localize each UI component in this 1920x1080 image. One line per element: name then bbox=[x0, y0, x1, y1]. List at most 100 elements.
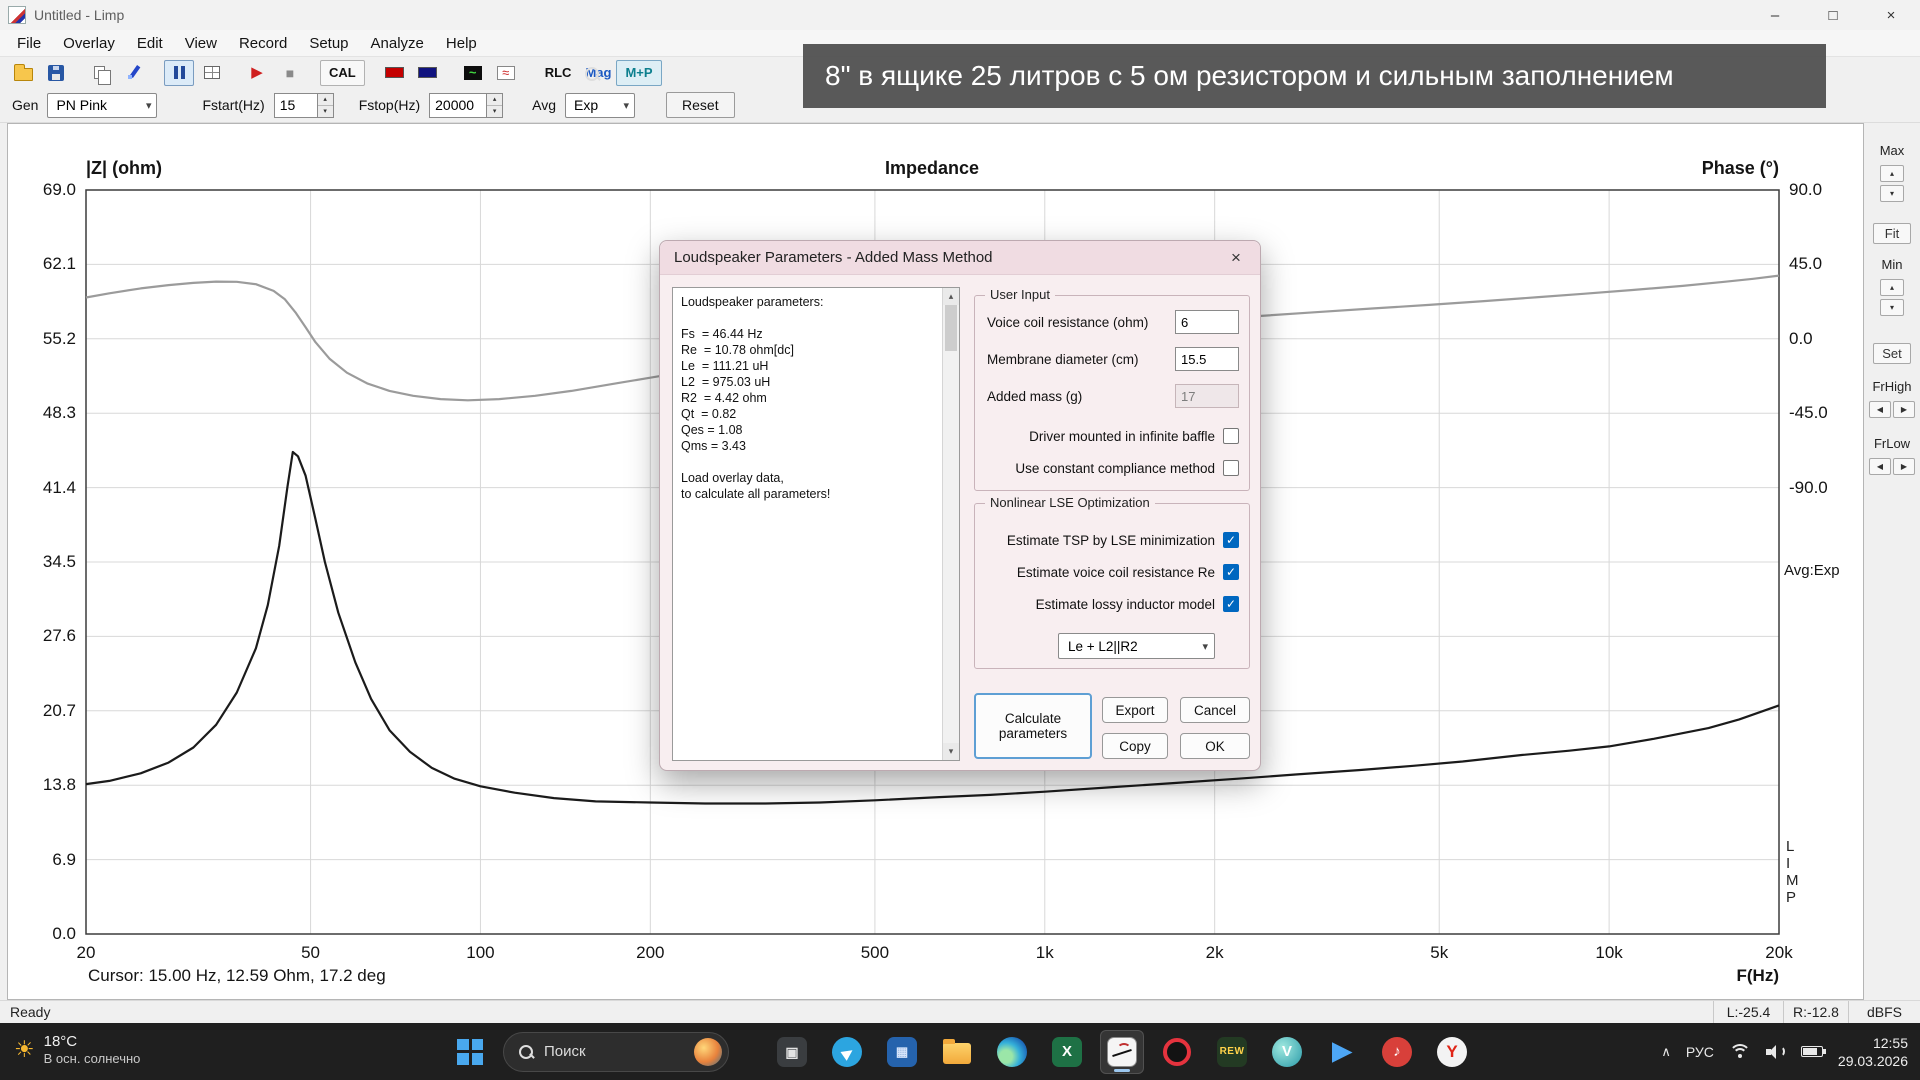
wifi-icon[interactable] bbox=[1729, 1044, 1751, 1059]
search-daily-image[interactable] bbox=[694, 1038, 722, 1066]
menu-item-analyze[interactable]: Analyze bbox=[360, 32, 435, 55]
excel-app-icon[interactable]: X bbox=[1045, 1030, 1089, 1074]
app-icon bbox=[8, 6, 26, 24]
rew-app-icon[interactable]: REW bbox=[1210, 1030, 1254, 1074]
calculate-parameters-button[interactable]: Calculate parameters bbox=[974, 693, 1092, 759]
hidden-icons-chevron[interactable]: ∧ bbox=[1661, 1044, 1671, 1060]
pause-icon[interactable] bbox=[164, 60, 194, 86]
edge-app-icon-glyph bbox=[997, 1037, 1027, 1067]
avg-select[interactable]: Exp ▾ bbox=[565, 93, 635, 118]
save-icon[interactable] bbox=[41, 60, 71, 86]
fstop-input[interactable] bbox=[429, 93, 487, 118]
spin-up-icon[interactable]: ▴ bbox=[487, 94, 502, 106]
rlc-button[interactable]: RLC bbox=[536, 60, 581, 86]
parameters-listbox[interactable]: Loudspeaker parameters: Fs = 46.44 HzRe … bbox=[672, 287, 960, 761]
scroll-up-icon[interactable]: ▴ bbox=[943, 288, 959, 305]
gen-select[interactable]: PN Pink ▾ bbox=[47, 93, 157, 118]
photos-app-icon-glyph: ▣ bbox=[777, 1037, 807, 1067]
fit-button[interactable]: Fit bbox=[1873, 223, 1911, 244]
menu-item-view[interactable]: View bbox=[174, 32, 228, 55]
membrane-diameter-label: Membrane diameter (cm) bbox=[987, 352, 1139, 367]
min-down-button[interactable]: ▾ bbox=[1880, 299, 1904, 316]
volume-icon[interactable] bbox=[1766, 1044, 1786, 1059]
edge-app-icon[interactable] bbox=[990, 1030, 1034, 1074]
menu-item-overlay[interactable]: Overlay bbox=[52, 32, 126, 55]
export-button[interactable]: Export bbox=[1102, 697, 1168, 723]
calculator-app-icon-glyph: ▦ bbox=[887, 1037, 917, 1067]
stop-icon: ■ bbox=[286, 66, 294, 80]
voice-coil-resistance-input[interactable] bbox=[1175, 310, 1239, 334]
estimate-re-label: Estimate voice coil resistance Re bbox=[1017, 565, 1215, 580]
aimp-app-icon[interactable]: ♪ bbox=[1375, 1030, 1419, 1074]
max-down-button[interactable]: ▾ bbox=[1880, 185, 1904, 202]
cal-button[interactable]: CAL bbox=[320, 60, 365, 86]
min-up-button[interactable]: ▴ bbox=[1880, 279, 1904, 296]
membrane-diameter-input[interactable] bbox=[1175, 347, 1239, 371]
menu-item-help[interactable]: Help bbox=[435, 32, 488, 55]
telegram-app-icon[interactable]: ▶ bbox=[825, 1030, 869, 1074]
language-indicator[interactable]: РУС bbox=[1686, 1044, 1714, 1060]
infinite-baffle-checkbox[interactable] bbox=[1223, 428, 1239, 444]
menu-item-edit[interactable]: Edit bbox=[126, 32, 174, 55]
frhigh-left-button[interactable]: ◀ bbox=[1869, 401, 1891, 418]
media-player-app-icon[interactable]: ▶ bbox=[1320, 1030, 1364, 1074]
teal-app-icon[interactable]: V bbox=[1265, 1030, 1309, 1074]
dialog-titlebar[interactable]: Loudspeaker Parameters - Added Mass Meth… bbox=[660, 241, 1260, 275]
red-overlay-icon[interactable] bbox=[380, 60, 410, 86]
estimate-inductor-checkbox[interactable]: ✓ bbox=[1223, 596, 1239, 612]
inductor-model-select[interactable]: Le + L2||R2 ▾ bbox=[1058, 633, 1215, 659]
listbox-scrollbar[interactable]: ▴ ▾ bbox=[942, 288, 959, 760]
spin-up-icon[interactable]: ▴ bbox=[318, 94, 333, 106]
set-button[interactable]: Set bbox=[1873, 343, 1911, 364]
scrollbar-thumb[interactable] bbox=[945, 305, 957, 351]
menu-item-setup[interactable]: Setup bbox=[298, 32, 359, 55]
opera-app-icon[interactable] bbox=[1155, 1030, 1199, 1074]
copy-button[interactable]: Copy bbox=[1102, 733, 1168, 759]
yandex-app-icon[interactable]: Y bbox=[1430, 1030, 1474, 1074]
ok-button[interactable]: OK bbox=[1180, 733, 1250, 759]
close-button[interactable]: × bbox=[1862, 0, 1920, 30]
chart-scale-panel: Max ▴ ▾ Fit Min ▴ ▾ Set FrHigh ◀ ▶ FrLow… bbox=[1864, 123, 1920, 1000]
record-icon[interactable]: ▶ bbox=[242, 60, 272, 86]
copy-icon[interactable] bbox=[86, 60, 116, 86]
clock[interactable]: 12:55 29.03.2026 bbox=[1838, 1034, 1908, 1070]
photos-app-icon[interactable]: ▣ bbox=[770, 1030, 814, 1074]
calculator-app-icon[interactable]: ▦ bbox=[880, 1030, 924, 1074]
pen-icon[interactable] bbox=[119, 60, 149, 86]
blue-overlay-icon[interactable] bbox=[413, 60, 443, 86]
limp-app-icon[interactable] bbox=[1100, 1030, 1144, 1074]
frlow-left-button[interactable]: ◀ bbox=[1869, 458, 1891, 475]
wave-icon[interactable]: ≈ bbox=[491, 60, 521, 86]
search-box[interactable]: Поиск bbox=[503, 1032, 729, 1072]
cancel-button[interactable]: Cancel bbox=[1180, 697, 1250, 723]
parameter-line bbox=[681, 310, 937, 326]
stop-icon[interactable]: ■ bbox=[275, 60, 305, 86]
maximize-button[interactable]: □ bbox=[1804, 0, 1862, 30]
constant-compliance-checkbox[interactable] bbox=[1223, 460, 1239, 476]
scroll-down-icon[interactable]: ▾ bbox=[943, 743, 959, 760]
save-icon bbox=[48, 65, 64, 81]
grid-icon[interactable] bbox=[197, 60, 227, 86]
spin-down-icon[interactable]: ▾ bbox=[487, 106, 502, 117]
mag-button[interactable]: Mag bbox=[583, 65, 613, 81]
frhigh-right-button[interactable]: ▶ bbox=[1893, 401, 1915, 418]
estimate-re-checkbox[interactable]: ✓ bbox=[1223, 564, 1239, 580]
frlow-right-button[interactable]: ▶ bbox=[1893, 458, 1915, 475]
open-icon[interactable] bbox=[8, 60, 38, 86]
weather-widget[interactable]: ☀ 18°C В осн. солнечно bbox=[14, 1032, 140, 1067]
minimize-button[interactable]: – bbox=[1746, 0, 1804, 30]
dialog-close-button[interactable]: × bbox=[1222, 246, 1250, 270]
level-left: L:-25.4 bbox=[1713, 1001, 1783, 1023]
menu-item-file[interactable]: File bbox=[6, 32, 52, 55]
spin-down-icon[interactable]: ▾ bbox=[318, 106, 333, 117]
folder-app-icon[interactable] bbox=[935, 1030, 979, 1074]
max-up-button[interactable]: ▴ bbox=[1880, 165, 1904, 182]
menu-item-record[interactable]: Record bbox=[228, 32, 298, 55]
reset-button[interactable]: Reset bbox=[666, 92, 735, 118]
estimate-tsp-checkbox[interactable]: ✓ bbox=[1223, 532, 1239, 548]
battery-icon[interactable] bbox=[1801, 1046, 1823, 1057]
start-button[interactable] bbox=[448, 1030, 492, 1074]
fstart-input[interactable] bbox=[274, 93, 318, 118]
spectrum-icon[interactable]: ~ bbox=[458, 60, 488, 86]
mp-button[interactable]: M+P bbox=[616, 60, 661, 86]
